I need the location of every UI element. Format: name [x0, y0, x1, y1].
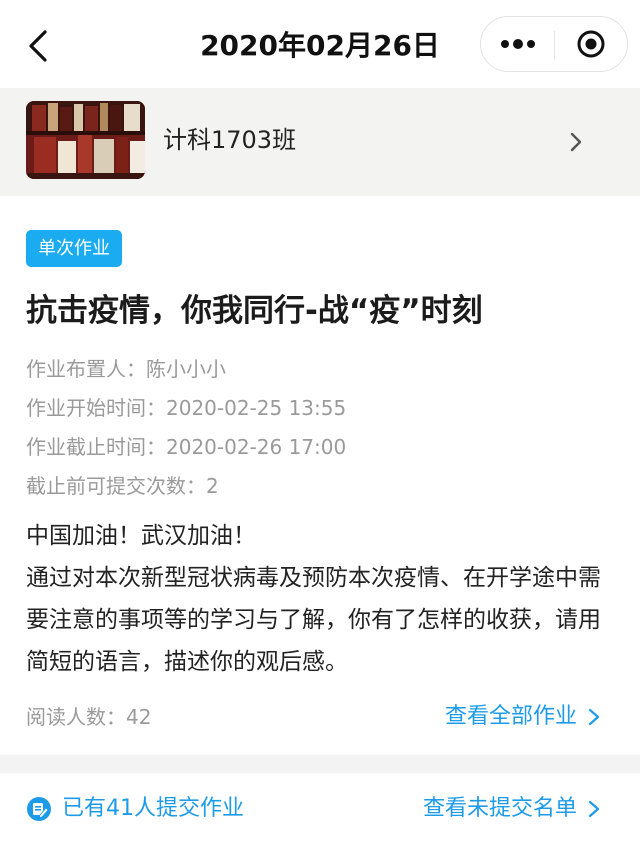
description-line: 中国加油！武汉加油！: [26, 523, 256, 549]
edit-note-icon: [27, 797, 51, 821]
chevron-left-icon: [29, 30, 47, 62]
view-unsubmitted-label: 查看未提交名单: [423, 796, 578, 821]
read-count: 阅读人数：42: [26, 705, 152, 729]
close-mini-program-button[interactable]: [554, 17, 627, 71]
submitted-count[interactable]: 已有41人提交作业: [26, 791, 244, 827]
nav-bar: 2020年02月26日: [0, 0, 640, 88]
description-line: 通过对本次新型冠状病毒及预防本次疫情、在开学途中需要注意的事项等的学习与了解，你…: [26, 565, 601, 675]
assignment-submit-limit: 截止前可提交次数：2: [26, 474, 219, 498]
back-button[interactable]: [18, 24, 58, 68]
chevron-right-icon: [570, 132, 582, 152]
view-unsubmitted-link[interactable]: 查看未提交名单: [423, 791, 601, 827]
assignment-description: 中国加油！武汉加油！ 通过对本次新型冠状病毒及预防本次疫情、在开学途中需要注意的…: [26, 515, 618, 683]
assignment-start-time: 作业开始时间：2020-02-25 13:55: [26, 396, 347, 420]
view-all-homework-link[interactable]: 查看全部作业: [445, 699, 601, 735]
class-name: 计科1703班: [163, 126, 297, 154]
assignment-title: 抗击疫情，你我同行-战“疫”时刻: [26, 293, 483, 329]
assignment-publisher: 作业布置人：陈小小小: [26, 357, 226, 381]
view-all-homework-label: 查看全部作业: [445, 704, 578, 729]
submission-footer: 已有41人提交作业 查看未提交名单: [0, 773, 640, 846]
mini-program-capsule: [480, 16, 628, 72]
class-banner[interactable]: 计科1703班: [0, 88, 640, 196]
class-cover-image: [26, 101, 145, 179]
chevron-right-icon: [588, 800, 600, 818]
section-divider: [0, 755, 640, 773]
submitted-count-text: 已有41人提交作业: [62, 796, 244, 821]
capsule-divider: [554, 31, 555, 59]
homework-detail-page: 2020年02月26日 计科1703班 单次作业 抗击疫情，你我同行-战“疫”时…: [0, 0, 640, 846]
more-button[interactable]: [481, 17, 554, 71]
assignment-type-badge: 单次作业: [26, 230, 122, 267]
target-circle-icon: [577, 30, 604, 58]
assignment-end-time: 作业截止时间：2020-02-26 17:00: [26, 435, 347, 459]
chevron-right-icon: [588, 708, 600, 726]
more-dots-icon: [500, 39, 535, 49]
